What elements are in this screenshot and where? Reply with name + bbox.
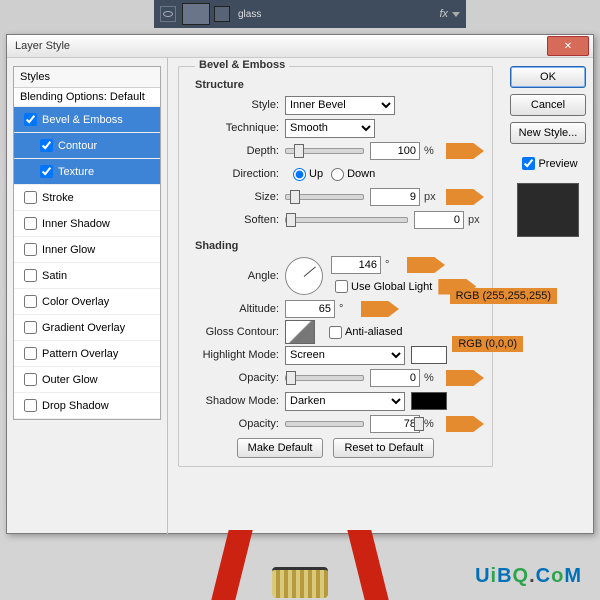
highlight-opacity-label: Opacity: [187, 372, 279, 384]
size-value[interactable] [370, 188, 420, 206]
shadow-opacity-slider[interactable] [285, 421, 364, 427]
style-bevel-emboss[interactable]: Bevel & Emboss [14, 107, 160, 133]
highlight-color-swatch[interactable] [411, 346, 447, 364]
highlight-mode-select[interactable]: Screen [285, 346, 405, 365]
style-label: Style: [187, 99, 279, 111]
anti-aliased[interactable] [329, 326, 342, 339]
style-stroke[interactable]: Stroke [14, 185, 160, 211]
shadow-opacity-value[interactable] [370, 415, 420, 433]
style-gradient-overlay[interactable]: Gradient Overlay [14, 315, 160, 341]
settings-panel: Bevel & Emboss Structure Style: Inner Be… [168, 58, 503, 534]
arrow-icon [446, 370, 484, 386]
style-inner-glow[interactable]: Inner Glow [14, 237, 160, 263]
reset-default-button[interactable]: Reset to Default [333, 438, 434, 458]
check-inner-shadow[interactable] [24, 217, 37, 230]
highlight-opacity-value[interactable] [370, 369, 420, 387]
check-contour[interactable] [40, 139, 53, 152]
shading-title: Shading [195, 240, 484, 252]
highlight-opacity-slider[interactable] [285, 375, 364, 381]
chevron-down-icon[interactable] [452, 12, 460, 17]
soften-slider[interactable] [285, 217, 408, 223]
shadow-mode-select[interactable]: Darken [285, 392, 405, 411]
angle-dial[interactable] [285, 257, 323, 295]
dialog-title: Layer Style [15, 40, 70, 52]
direction-down[interactable] [331, 168, 344, 181]
direction-up[interactable] [293, 168, 306, 181]
check-gradient-overlay[interactable] [24, 321, 37, 334]
fx-badge[interactable]: fx [439, 8, 448, 20]
use-global-light[interactable] [335, 280, 348, 293]
callout-shadow-rgb: RGB (0,0,0) [452, 336, 523, 352]
style-texture[interactable]: Texture [14, 159, 160, 185]
make-default-button[interactable]: Make Default [237, 438, 324, 458]
check-bevel[interactable] [24, 113, 37, 126]
new-style-button[interactable]: New Style... [510, 122, 586, 144]
ok-button[interactable]: OK [510, 66, 586, 88]
check-texture[interactable] [40, 165, 53, 178]
angle-label: Angle: [187, 270, 279, 282]
check-pattern-overlay[interactable] [24, 347, 37, 360]
background-illustration [210, 526, 390, 600]
style-outer-glow[interactable]: Outer Glow [14, 367, 160, 393]
layer-thumbnail[interactable] [182, 3, 210, 25]
arrow-icon [446, 416, 484, 432]
layers-panel-row: glass fx [154, 0, 466, 28]
technique-label: Technique: [187, 122, 279, 134]
preview-checkbox[interactable] [522, 157, 535, 170]
close-button[interactable]: ✕ [547, 36, 589, 56]
dialog-titlebar: Layer Style ✕ [7, 35, 593, 58]
shadow-color-swatch[interactable] [411, 392, 447, 410]
style-drop-shadow[interactable]: Drop Shadow [14, 393, 160, 419]
size-label: Size: [187, 191, 279, 203]
altitude-label: Altitude: [187, 303, 279, 315]
gloss-contour-picker[interactable] [285, 320, 315, 344]
visibility-icon[interactable] [160, 6, 176, 22]
structure-title: Structure [195, 79, 484, 91]
direction-label: Direction: [187, 168, 279, 180]
style-inner-shadow[interactable]: Inner Shadow [14, 211, 160, 237]
depth-label: Depth: [187, 145, 279, 157]
size-slider[interactable] [285, 194, 364, 200]
callout-highlight-rgb: RGB (255,255,255) [450, 288, 557, 304]
group-bevel-title: Bevel & Emboss [195, 59, 289, 71]
depth-slider[interactable] [285, 148, 364, 154]
check-stroke[interactable] [24, 191, 37, 204]
layer-name[interactable]: glass [238, 9, 261, 20]
arrow-icon [361, 301, 399, 317]
cancel-button[interactable]: Cancel [510, 94, 586, 116]
gloss-label: Gloss Contour: [187, 326, 279, 338]
layer-style-dialog: Layer Style ✕ Styles Blending Options: D… [6, 34, 594, 534]
blending-options[interactable]: Blending Options: Default [14, 88, 160, 107]
soften-value[interactable] [414, 211, 464, 229]
preview-swatch [517, 183, 579, 237]
check-satin[interactable] [24, 269, 37, 282]
check-color-overlay[interactable] [24, 295, 37, 308]
arrow-icon [407, 257, 445, 273]
layer-mask-thumbnail[interactable] [214, 6, 230, 22]
style-color-overlay[interactable]: Color Overlay [14, 289, 160, 315]
shadow-opacity-label: Opacity: [187, 418, 279, 430]
soften-label: Soften: [187, 214, 279, 226]
style-pattern-overlay[interactable]: Pattern Overlay [14, 341, 160, 367]
check-drop-shadow[interactable] [24, 399, 37, 412]
altitude-value[interactable] [285, 300, 335, 318]
arrow-icon [446, 189, 484, 205]
highlight-mode-label: Highlight Mode: [187, 349, 279, 361]
depth-value[interactable] [370, 142, 420, 160]
style-select[interactable]: Inner Bevel [285, 96, 395, 115]
arrow-icon [446, 143, 484, 159]
angle-value[interactable] [331, 256, 381, 274]
shadow-mode-label: Shadow Mode: [187, 395, 279, 407]
styles-header[interactable]: Styles [14, 67, 160, 88]
check-inner-glow[interactable] [24, 243, 37, 256]
style-satin[interactable]: Satin [14, 263, 160, 289]
technique-select[interactable]: Smooth [285, 119, 375, 138]
watermark: UiBQ.CoM [475, 565, 582, 588]
styles-sidebar: Styles Blending Options: Default Bevel &… [7, 58, 168, 534]
style-contour[interactable]: Contour [14, 133, 160, 159]
check-outer-glow[interactable] [24, 373, 37, 386]
